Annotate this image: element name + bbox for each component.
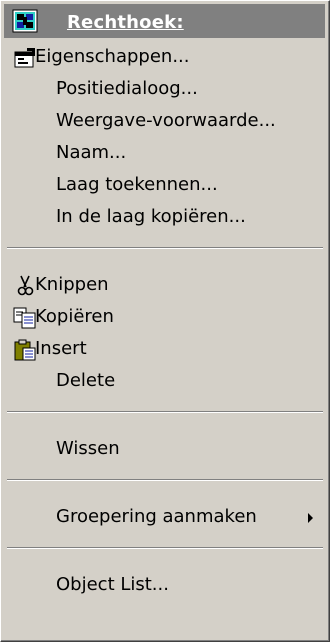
rectangle-shape-icon bbox=[12, 9, 38, 33]
menu-item-insert[interactable]: Insert bbox=[4, 333, 325, 365]
menu-item-label: Knippen bbox=[35, 274, 109, 295]
menu-item-object-list[interactable]: Object List... bbox=[4, 569, 325, 601]
menu-separator bbox=[7, 479, 323, 481]
menu-item-wissen[interactable]: Wissen bbox=[4, 433, 325, 465]
menu-header-title: Rechthoek: bbox=[67, 12, 184, 33]
menu-item-label: Groepering aanmaken bbox=[56, 506, 257, 527]
paste-icon bbox=[14, 339, 36, 361]
menu-item-knippen[interactable]: Knippen bbox=[4, 269, 325, 301]
menu-header: Rechthoek: bbox=[4, 4, 325, 38]
menu-item-naam[interactable]: Naam... bbox=[4, 137, 325, 169]
scissors-icon bbox=[17, 275, 34, 296]
properties-icon bbox=[14, 48, 35, 68]
menu-item-label: Wissen bbox=[56, 438, 120, 459]
menu-item-label: Laag toekennen... bbox=[56, 174, 218, 195]
menu-item-label: Object List... bbox=[56, 574, 169, 595]
menu-item-label: Kopiëren bbox=[35, 306, 114, 327]
menu-item-groepering-aanmaken[interactable]: Groepering aanmaken bbox=[4, 501, 325, 533]
menu-item-eigenschappen[interactable]: Eigenschappen... bbox=[4, 41, 325, 73]
submenu-arrow-icon bbox=[308, 513, 313, 523]
menu-item-kopieren[interactable]: Kopiëren bbox=[4, 301, 325, 333]
menu-item-label: Insert bbox=[35, 338, 87, 359]
menu-item-label: Eigenschappen... bbox=[35, 46, 190, 67]
menu-item-label: Weergave-voorwaarde... bbox=[56, 110, 276, 131]
menu-item-label: Delete bbox=[56, 370, 116, 391]
menu-item-weergave-voorwaarde[interactable]: Weergave-voorwaarde... bbox=[4, 105, 325, 137]
menu-item-label: Naam... bbox=[56, 142, 127, 163]
menu-separator bbox=[7, 547, 323, 549]
menu-item-delete[interactable]: Delete bbox=[4, 365, 325, 397]
menu-item-positiedialoog[interactable]: Positiedialoog... bbox=[4, 73, 325, 105]
context-menu: Rechthoek: Eigenschappen... Positiedialo… bbox=[0, 0, 330, 642]
menu-separator bbox=[7, 411, 323, 413]
menu-separator bbox=[7, 247, 323, 249]
menu-item-label: Positiedialoog... bbox=[56, 78, 198, 99]
menu-item-in-de-laag-kopieren[interactable]: In de laag kopiëren... bbox=[4, 201, 325, 233]
menu-item-label: In de laag kopiëren... bbox=[56, 206, 246, 227]
copy-icon bbox=[13, 307, 36, 329]
menu-item-laag-toekennen[interactable]: Laag toekennen... bbox=[4, 169, 325, 201]
